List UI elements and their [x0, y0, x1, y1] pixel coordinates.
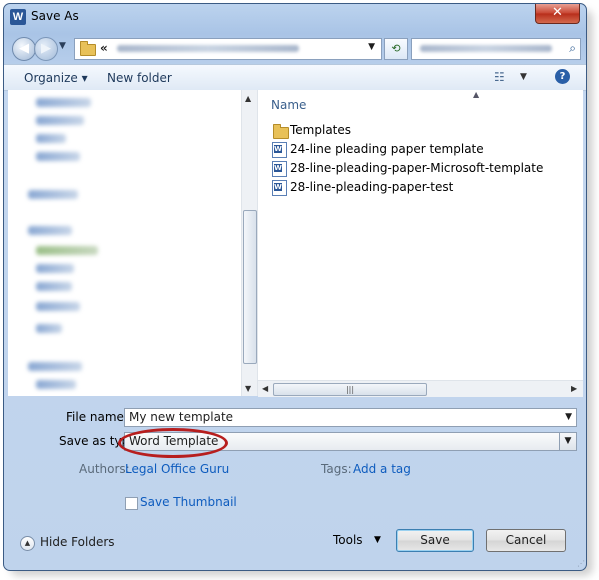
list-item-label: 28-line-pleading-paper-test: [290, 180, 454, 194]
resize-grip-icon[interactable]: ⋰: [577, 559, 585, 568]
nav-item-blurred[interactable]: [36, 98, 91, 107]
close-button[interactable]: ✕: [535, 4, 580, 24]
scroll-up-icon[interactable]: ▲: [245, 94, 251, 103]
list-item-label: 28-line-pleading-paper-Microsoft-templat…: [290, 161, 544, 175]
scroll-down-icon[interactable]: ▼: [245, 384, 251, 393]
back-button[interactable]: ◀: [12, 37, 36, 61]
cancel-button-label: Cancel: [505, 533, 547, 547]
help-icon[interactable]: ?: [555, 69, 570, 84]
list-item-label: Templates: [290, 123, 352, 137]
authors-label: Authors:: [79, 462, 130, 476]
scroll-left-icon[interactable]: ◀: [262, 384, 268, 393]
title-bar[interactable]: W Save As ✕: [4, 4, 586, 30]
tools-button[interactable]: Tools: [333, 533, 363, 547]
authors-value[interactable]: Legal Office Guru: [125, 462, 229, 476]
chevron-down-icon[interactable]: ▼: [565, 410, 572, 425]
back-arrow-icon: ◀: [19, 41, 29, 56]
scrollbar-thumb[interactable]: [243, 210, 257, 364]
refresh-icon: ⟲: [391, 42, 401, 55]
word-app-icon: W: [10, 9, 26, 25]
blurred-path: [117, 45, 299, 52]
chevron-down-icon[interactable]: ▼: [368, 42, 375, 52]
nav-item-blurred[interactable]: [36, 380, 76, 389]
address-bar[interactable]: « ▼: [74, 38, 382, 60]
breadcrumb-overflow[interactable]: «: [100, 41, 108, 55]
view-options-icon[interactable]: ☷: [494, 70, 505, 84]
recent-pages-dropdown[interactable]: ▼: [59, 41, 66, 51]
tags-label: Tags:: [321, 462, 352, 476]
word-doc-icon: [272, 161, 287, 177]
blurred-search-placeholder: [420, 45, 552, 52]
navigation-pane[interactable]: ▲ ▼: [8, 90, 257, 396]
nav-item-blurred[interactable]: [36, 324, 62, 333]
nav-item-blurred[interactable]: [28, 362, 82, 371]
cancel-button[interactable]: Cancel: [486, 529, 566, 552]
nav-item-blurred[interactable]: [36, 246, 98, 255]
hide-folders-label: Hide Folders: [40, 535, 115, 549]
file-name-value: My new template: [129, 410, 234, 424]
highlight-annotation: [118, 428, 228, 458]
scrollbar-thumb[interactable]: |||: [273, 383, 427, 396]
word-doc-icon: [272, 180, 287, 196]
save-button-label: Save: [420, 533, 450, 547]
file-name-field[interactable]: My new template ▼: [124, 408, 577, 427]
organize-button[interactable]: Organize ▾: [24, 71, 88, 85]
refresh-button[interactable]: ⟲: [384, 38, 408, 60]
nav-item-blurred[interactable]: [28, 226, 72, 235]
chevron-up-icon: ▲: [20, 536, 35, 551]
save-thumbnail-label[interactable]: Save Thumbnail: [140, 495, 237, 509]
nav-item-blurred[interactable]: [36, 116, 84, 125]
nav-item-blurred[interactable]: [28, 190, 78, 199]
word-doc-icon: [272, 142, 287, 158]
chevron-down-icon[interactable]: ▼: [559, 433, 576, 450]
view-dropdown-arrow[interactable]: ▼: [520, 72, 527, 82]
save-thumbnail-checkbox[interactable]: [125, 497, 138, 510]
search-input[interactable]: ⌕: [411, 38, 581, 60]
tools-dropdown-icon[interactable]: ▼: [374, 535, 381, 545]
nav-item-blurred[interactable]: [36, 134, 66, 143]
column-header-name[interactable]: Name: [271, 98, 306, 112]
folder-icon: [273, 124, 289, 139]
new-folder-button[interactable]: New folder: [107, 71, 172, 85]
save-button[interactable]: Save: [396, 529, 474, 552]
nav-item-blurred[interactable]: [36, 264, 74, 273]
file-list-pane: Name ▲ Templates 24-line pleading paper …: [257, 90, 583, 397]
nav-item-blurred[interactable]: [36, 302, 80, 311]
command-bar: Organize ▾ New folder ☷ ▼ ?: [4, 64, 586, 91]
list-item-label: 24-line pleading paper template: [290, 142, 484, 156]
forward-button[interactable]: ▶: [34, 37, 58, 61]
nav-item-blurred[interactable]: [36, 152, 80, 161]
horizontal-scrollbar[interactable]: ◀ ||| ▶: [258, 380, 583, 397]
tags-value[interactable]: Add a tag: [353, 462, 411, 476]
sort-indicator-icon: ▲: [473, 90, 480, 99]
folder-icon: [80, 41, 96, 56]
navigation-scrollbar[interactable]: ▲ ▼: [241, 90, 257, 396]
save-as-dialog: W Save As ✕ ◀ ▶ ▼ « ▼ ⟲ ⌕ Organize ▾ New…: [3, 3, 587, 571]
nav-item-blurred[interactable]: [36, 282, 72, 291]
scroll-right-icon[interactable]: ▶: [571, 384, 577, 393]
window-title: Save As: [31, 9, 79, 23]
forward-arrow-icon: ▶: [41, 41, 51, 56]
search-icon: ⌕: [569, 41, 576, 55]
file-name-label: File name:: [66, 410, 128, 424]
